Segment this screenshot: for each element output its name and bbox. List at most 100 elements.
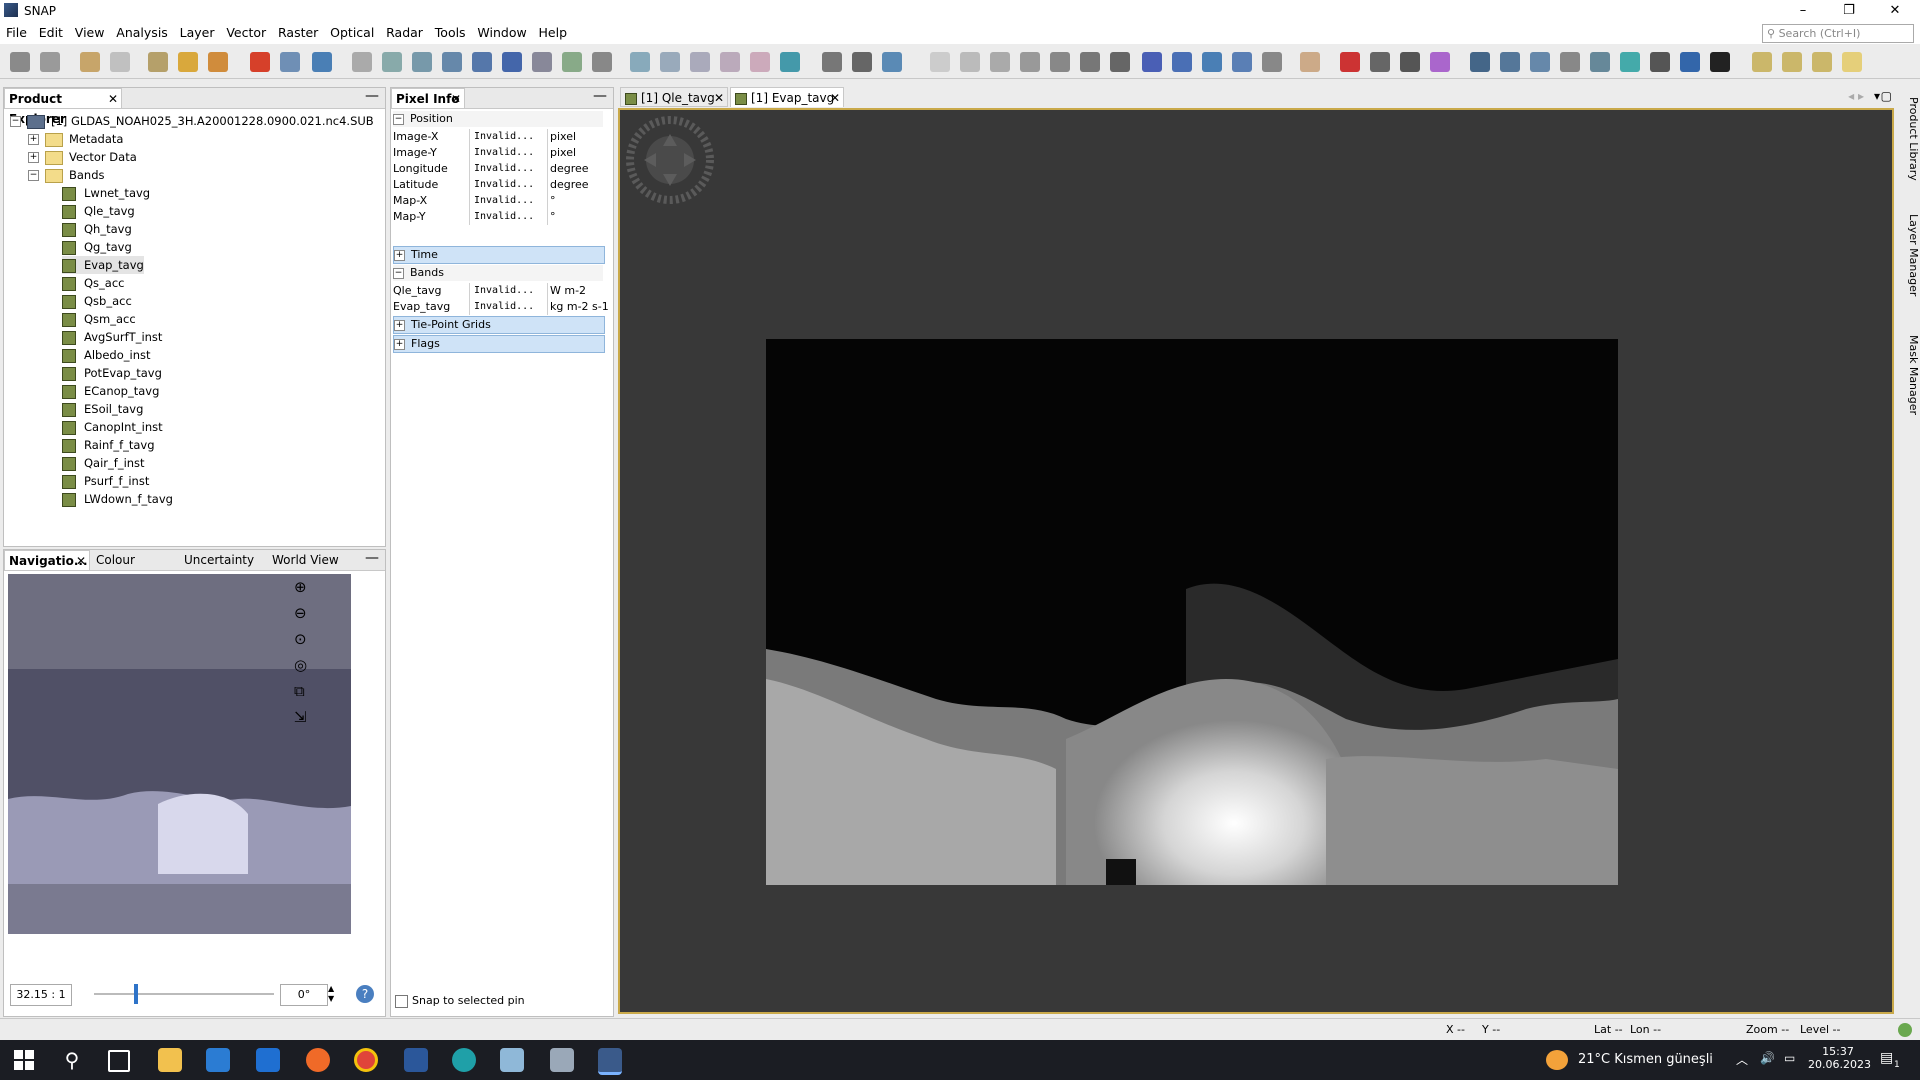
store-icon[interactable] bbox=[206, 1048, 230, 1072]
tree-band-item[interactable]: Psurf_f_inst bbox=[62, 472, 149, 490]
snap-to-pin-checkbox[interactable] bbox=[395, 994, 408, 1008]
expand-icon[interactable]: + bbox=[28, 152, 39, 163]
export-icon[interactable] bbox=[208, 52, 228, 72]
sum-icon[interactable] bbox=[592, 52, 612, 72]
terrain-icon[interactable] bbox=[1470, 52, 1490, 72]
polyline-tool-icon[interactable] bbox=[1110, 52, 1130, 72]
menu-help[interactable]: Help bbox=[535, 22, 572, 44]
magic-wand-icon[interactable] bbox=[1232, 52, 1252, 72]
tab-mask-manager[interactable]: Mask Manager bbox=[1898, 330, 1920, 420]
help-icon[interactable]: ? bbox=[356, 985, 374, 1003]
batch-icon[interactable] bbox=[852, 52, 872, 72]
zoom-slider-track[interactable] bbox=[94, 993, 274, 995]
maximize-view-icon[interactable]: ▢ bbox=[1881, 89, 1892, 103]
collapse-icon[interactable]: − bbox=[10, 116, 21, 127]
menu-radar[interactable]: Radar bbox=[382, 22, 427, 44]
expand-icon[interactable]: + bbox=[394, 338, 405, 350]
menu-analysis[interactable]: Analysis bbox=[112, 22, 172, 44]
redo-icon[interactable] bbox=[110, 52, 130, 72]
file-explorer-icon[interactable] bbox=[158, 1048, 182, 1072]
graph-builder-icon[interactable] bbox=[822, 52, 842, 72]
sar-icon[interactable] bbox=[1500, 52, 1520, 72]
section-position[interactable]: − Position bbox=[393, 111, 603, 127]
menu-tools[interactable]: Tools bbox=[431, 22, 470, 44]
tree-band-item[interactable]: Qg_tavg bbox=[62, 238, 132, 256]
pan-tool-icon[interactable] bbox=[960, 52, 980, 72]
section-time[interactable]: + Time bbox=[393, 246, 605, 264]
tab-uncertainty[interactable]: Uncertainty ... bbox=[180, 550, 266, 587]
expand-icon[interactable]: + bbox=[394, 319, 405, 331]
layout-grid-icon[interactable] bbox=[1812, 52, 1832, 72]
tree-band-item[interactable]: PotEvap_tavg bbox=[62, 364, 162, 382]
app-icon[interactable] bbox=[550, 1048, 574, 1072]
image-view[interactable] bbox=[618, 108, 1894, 1014]
tab-qle-tavg[interactable]: [1] Qle_tavg ✕ bbox=[620, 87, 728, 107]
globe-icon[interactable] bbox=[630, 52, 650, 72]
start-icon[interactable] bbox=[12, 1048, 36, 1072]
menu-edit[interactable]: Edit bbox=[35, 22, 67, 44]
band-maths-icon[interactable] bbox=[148, 52, 168, 72]
restore-button[interactable]: ❐ bbox=[1826, 0, 1872, 22]
mail-icon[interactable] bbox=[256, 1048, 280, 1072]
chrome-icon[interactable] bbox=[354, 1048, 378, 1072]
tree-bands[interactable]: − Bands bbox=[28, 166, 105, 184]
minimize-panel-icon[interactable]: — bbox=[593, 88, 607, 104]
snap-taskbar-icon[interactable] bbox=[598, 1048, 622, 1075]
world-icon[interactable] bbox=[1680, 52, 1700, 72]
scatter-plot-icon[interactable] bbox=[562, 52, 582, 72]
expand-icon[interactable]: + bbox=[394, 249, 405, 261]
close-icon[interactable]: ✕ bbox=[76, 551, 86, 571]
tree-band-item[interactable]: Albedo_inst bbox=[62, 346, 151, 364]
collapse-icon[interactable]: − bbox=[393, 113, 404, 125]
tree-band-item[interactable]: Qsb_acc bbox=[62, 292, 132, 310]
binary-icon[interactable] bbox=[1400, 52, 1420, 72]
tree-band-item[interactable]: Lwnet_tavg bbox=[62, 184, 150, 202]
sync-cursor-icon[interactable]: ⇲ bbox=[294, 708, 318, 734]
close-icon[interactable]: ✕ bbox=[451, 89, 461, 109]
expand-icon[interactable]: + bbox=[28, 134, 39, 145]
minimize-button[interactable]: – bbox=[1780, 0, 1826, 22]
close-button[interactable]: ✕ bbox=[1872, 0, 1918, 22]
rgb-image-icon[interactable] bbox=[250, 52, 270, 72]
sync-views-icon[interactable]: ⧉ bbox=[294, 682, 318, 708]
info-icon[interactable] bbox=[472, 52, 492, 72]
select-tool-icon[interactable] bbox=[930, 52, 950, 72]
pin-manager-icon[interactable] bbox=[720, 52, 740, 72]
zoom-out-icon[interactable]: ⊖ bbox=[294, 604, 318, 630]
tree-band-item[interactable]: Qs_acc bbox=[62, 274, 125, 292]
tab-evap-tavg[interactable]: [1] Evap_tavg ✕ bbox=[730, 87, 844, 107]
tree-product[interactable]: − [1] GLDAS_NOAH025_3H.A20001228.0900.021… bbox=[10, 112, 374, 130]
line-tool-icon[interactable] bbox=[1080, 52, 1100, 72]
pin-icon[interactable] bbox=[660, 52, 680, 72]
menu-view[interactable]: View bbox=[71, 22, 109, 44]
tray-chevron-icon[interactable]: ︿ bbox=[1736, 1051, 1748, 1068]
world-map-icon[interactable] bbox=[780, 52, 800, 72]
close-icon[interactable]: ✕ bbox=[830, 88, 840, 108]
clock[interactable]: 15:37 20.06.2023 bbox=[1808, 1045, 1871, 1071]
search-input[interactable]: ⚲ Search (Ctrl+I) bbox=[1762, 24, 1914, 43]
save-product-icon[interactable] bbox=[40, 52, 60, 72]
menu-vector[interactable]: Vector bbox=[222, 22, 270, 44]
grid-icon[interactable] bbox=[690, 52, 710, 72]
polygon-tool-icon[interactable] bbox=[1172, 52, 1192, 72]
statistics-icon[interactable] bbox=[502, 52, 522, 72]
close-icon[interactable]: ✕ bbox=[714, 88, 724, 108]
import-icon[interactable] bbox=[178, 52, 198, 72]
spectrum-icon[interactable] bbox=[412, 52, 432, 72]
tab-product-library[interactable]: Product Library bbox=[1898, 94, 1920, 184]
collapse-icon[interactable]: − bbox=[393, 267, 404, 279]
polyline-icon[interactable] bbox=[352, 52, 372, 72]
task-view-icon[interactable] bbox=[108, 1050, 130, 1072]
tab-world-view[interactable]: World View bbox=[268, 550, 354, 570]
layout-split-icon[interactable] bbox=[1752, 52, 1772, 72]
subset-icon[interactable] bbox=[882, 52, 902, 72]
zoom-tool-icon-2[interactable] bbox=[990, 52, 1010, 72]
menu-optical[interactable]: Optical bbox=[326, 22, 378, 44]
menu-file[interactable]: File bbox=[2, 22, 31, 44]
draw-icon[interactable] bbox=[382, 52, 402, 72]
layout-rows-icon[interactable] bbox=[1782, 52, 1802, 72]
tree-band-item[interactable]: Rainf_f_tavg bbox=[62, 436, 155, 454]
search-product-icon[interactable] bbox=[1590, 52, 1610, 72]
notification-icon[interactable]: ▤ bbox=[1880, 1050, 1893, 1066]
tree-band-item[interactable]: Qsm_acc bbox=[62, 310, 136, 328]
